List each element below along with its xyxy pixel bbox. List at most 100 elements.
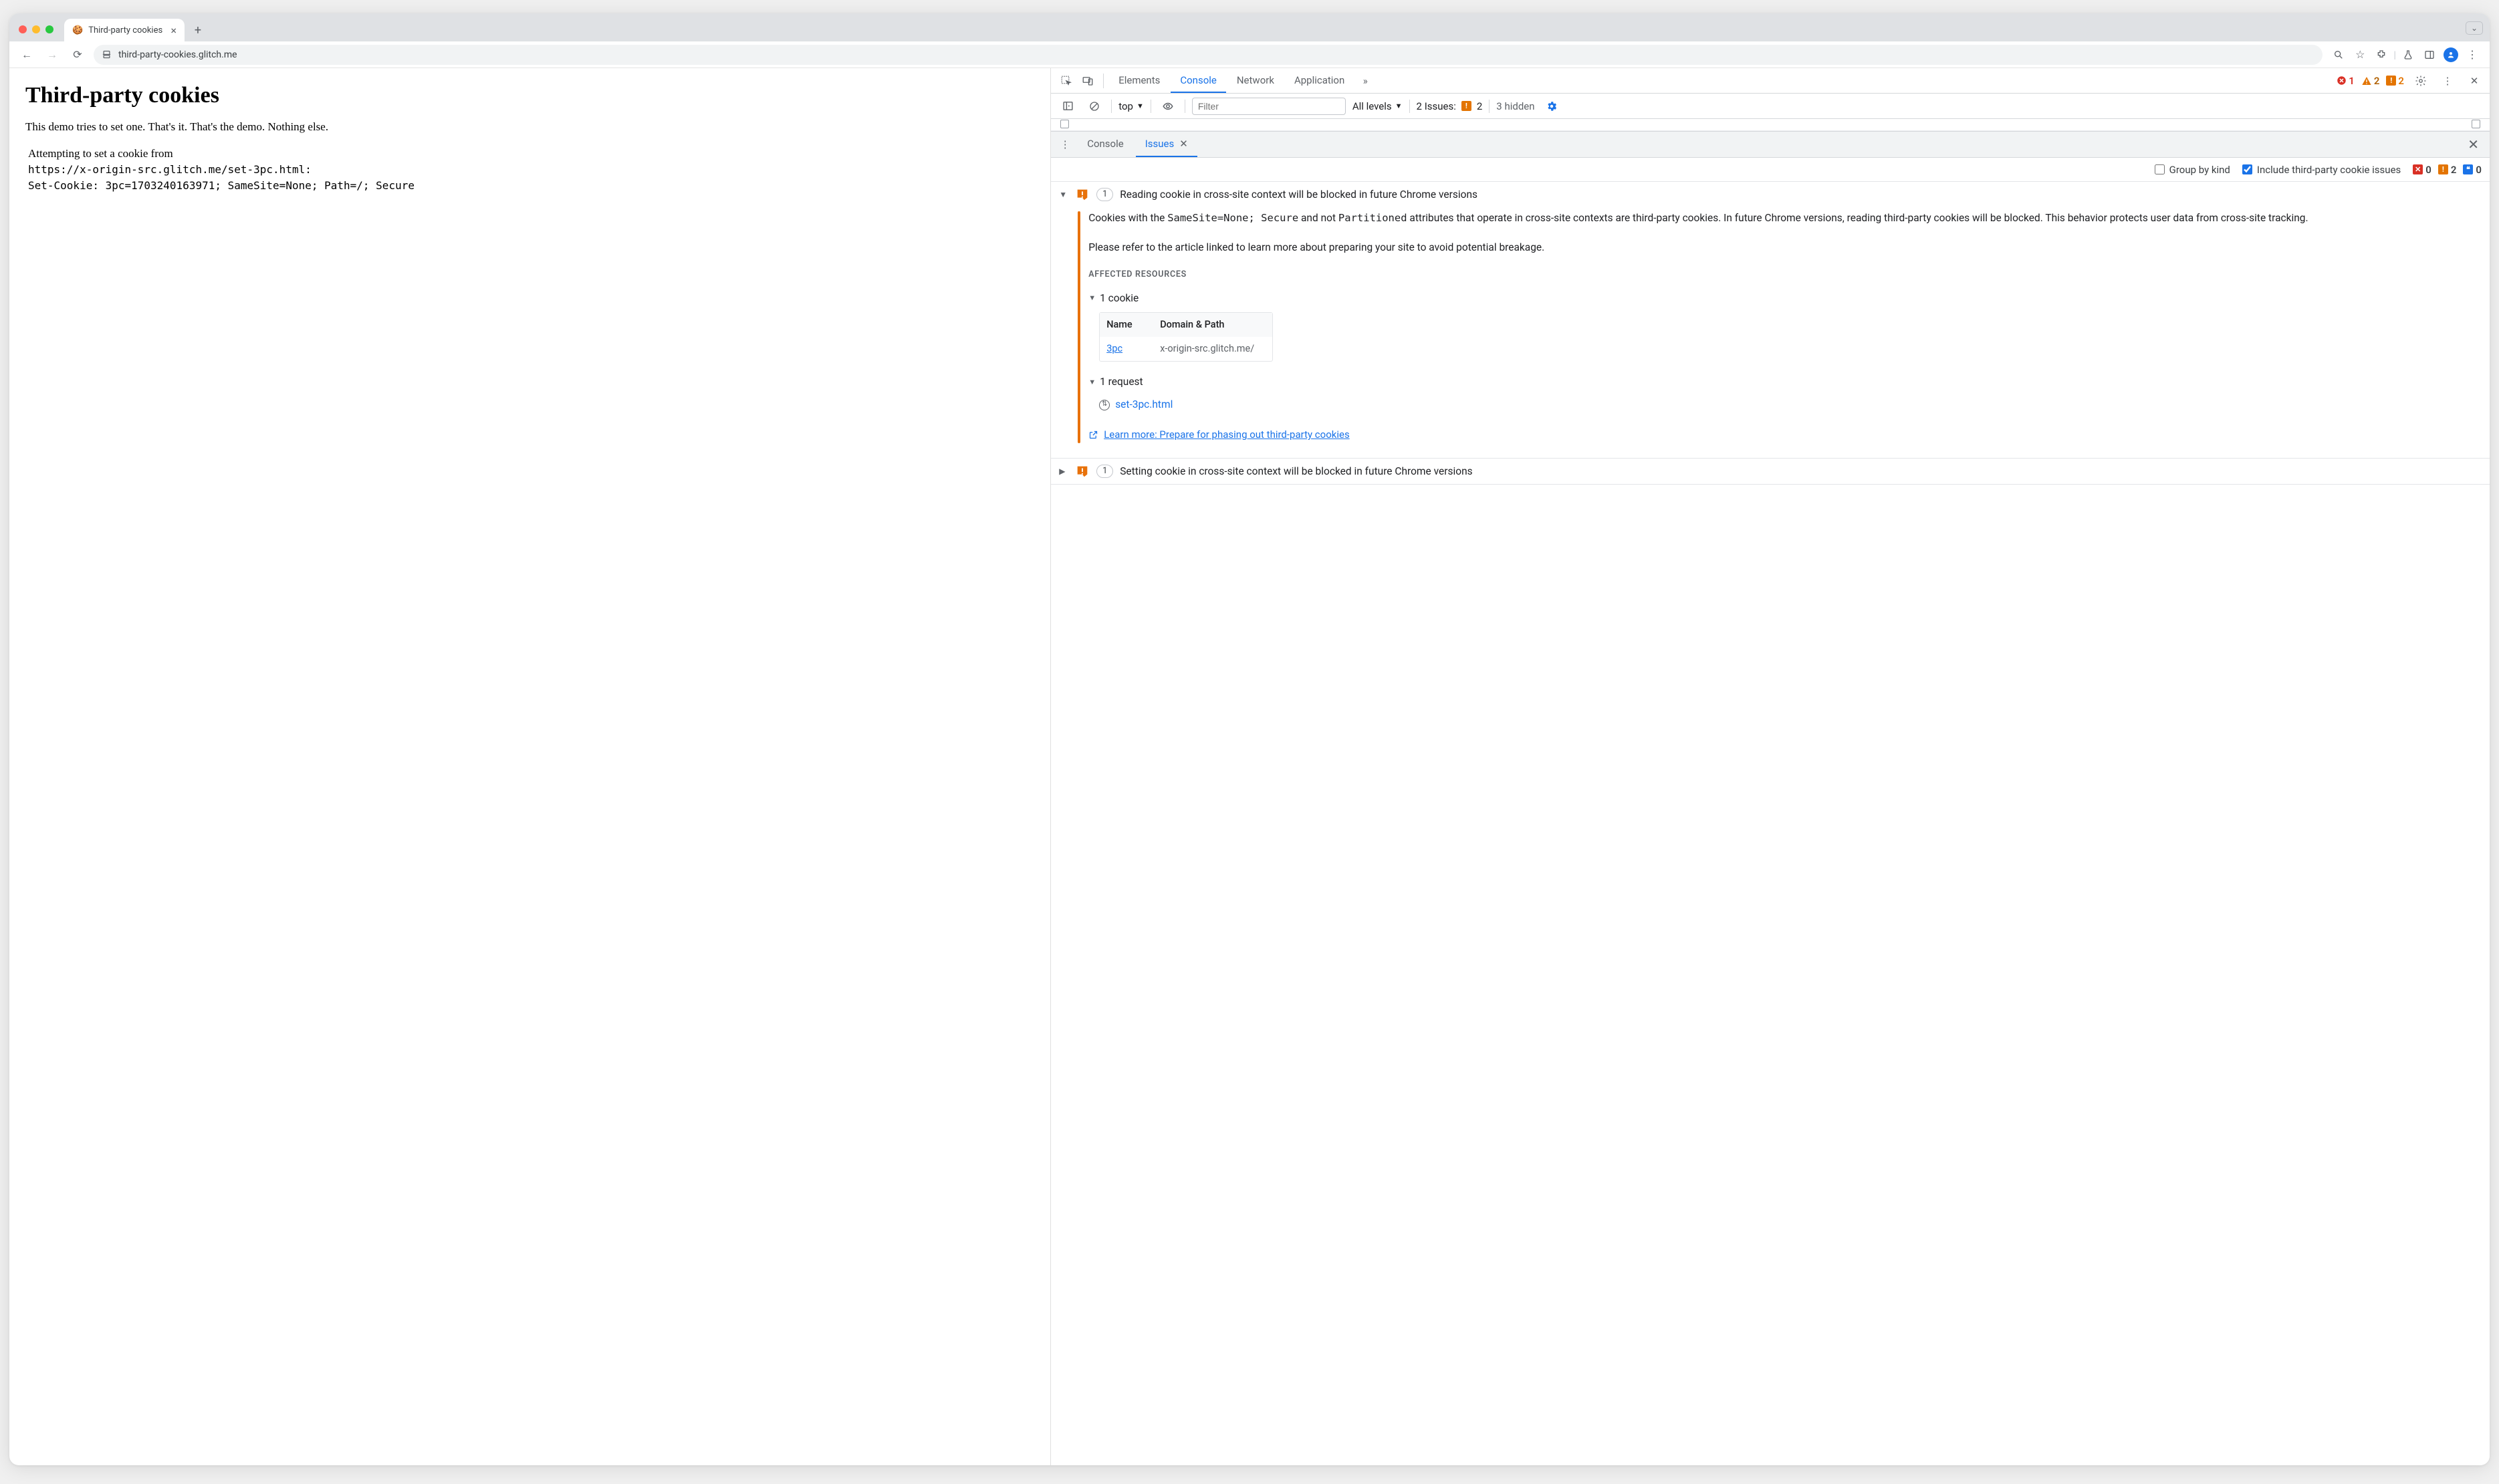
issue-count-badge: 1 [1096, 465, 1113, 478]
devtools-settings-icon[interactable] [2411, 71, 2431, 91]
page-viewport: Third-party cookies This demo tries to s… [9, 68, 1051, 1465]
affected-request-link[interactable]: ⇅ set-3pc.html [1099, 396, 2478, 414]
tab-title: Third-party cookies [88, 25, 162, 35]
issue-category-counts: ✕0 !2 ❝0 [2413, 164, 2482, 176]
disclosure-triangle-icon: ▶ [1059, 467, 1068, 476]
window-controls [19, 25, 53, 33]
console-sidebar-toggle-icon[interactable] [1058, 96, 1078, 116]
inspect-element-icon[interactable] [1056, 71, 1076, 91]
back-button[interactable]: ← [17, 45, 36, 64]
chrome-menu-button[interactable]: ⋮ [2463, 45, 2482, 64]
browser-toolbar: ← → ⟳ third-party-cookies.glitch.me ☆ | … [9, 41, 2490, 68]
console-settings-icon[interactable] [1542, 96, 1562, 116]
filter-input[interactable] [1192, 98, 1346, 115]
extensions-icon[interactable] [2372, 45, 2391, 64]
tab-network[interactable]: Network [1227, 68, 1284, 93]
cookie-name-link[interactable]: 3pc [1106, 343, 1122, 354]
issue-title: Setting cookie in cross-site context wil… [1120, 465, 1472, 477]
issue-count[interactable]: ! 2 [2386, 75, 2404, 87]
disclosure-triangle-icon: ▼ [1088, 292, 1096, 304]
breaking-change-issue-icon [1075, 464, 1090, 479]
clear-console-icon[interactable] [1084, 96, 1104, 116]
close-issues-tab-icon[interactable]: ✕ [1179, 138, 1188, 150]
error-count[interactable]: 1 [2337, 75, 2355, 87]
drawer-menu-icon[interactable]: ⋮ [1055, 134, 1075, 154]
close-tab-button[interactable]: × [170, 24, 176, 37]
network-request-icon: ⇅ [1099, 400, 1110, 410]
tab-elements[interactable]: Elements [1109, 68, 1169, 93]
tab-strip: 🍪 Third-party cookies × + ⌄ [9, 13, 2490, 41]
learn-more-link[interactable]: Learn more: Prepare for phasing out thir… [1088, 426, 2478, 443]
console-settings-row [1051, 119, 2490, 131]
close-window-button[interactable] [19, 25, 27, 33]
issue-header[interactable]: ▶ 1 Setting cookie in cross-site context… [1051, 459, 2490, 484]
improvement-icon: ❝ [2463, 164, 2473, 174]
cookie-domain: x-origin-src.glitch.me/ [1153, 337, 1272, 361]
bookmark-icon[interactable]: ☆ [2351, 45, 2369, 64]
browser-window: 🍪 Third-party cookies × + ⌄ ← → ⟳ third-… [9, 13, 2490, 1465]
disclosure-triangle-icon: ▼ [1088, 376, 1096, 388]
device-toolbar-icon[interactable] [1078, 71, 1098, 91]
zoom-icon[interactable] [2329, 45, 2348, 64]
forward-button[interactable]: → [43, 45, 62, 64]
site-info-icon[interactable] [102, 49, 112, 59]
affected-requests-toggle[interactable]: ▼ 1 request [1088, 374, 2478, 391]
set-cookie-header: Set-Cookie: 3pc=1703240163971; SameSite=… [28, 178, 1034, 194]
include-third-party-checkbox[interactable]: Include third-party cookie issues [2242, 164, 2401, 176]
profile-button[interactable] [2442, 45, 2460, 64]
devtools-panel: Elements Console Network Application » 1… [1051, 68, 2490, 1465]
issues-list: ▼ 1 Reading cookie in cross-site context… [1051, 182, 2490, 1465]
disclosure-triangle-icon: ▼ [1059, 190, 1068, 199]
page-error-icon: ✕ [2413, 164, 2423, 174]
more-tabs-icon[interactable]: » [1355, 71, 1375, 91]
console-toolbar: top ▼ All levels ▼ 2 Issues: ! 2 [1051, 94, 2490, 119]
issue-title: Reading cookie in cross-site context wil… [1120, 189, 1477, 201]
issues-toolbar: Group by kind Include third-party cookie… [1051, 158, 2490, 182]
browser-tab[interactable]: 🍪 Third-party cookies × [64, 19, 185, 41]
issue-description-2: Please refer to the article linked to le… [1088, 239, 2478, 257]
toolbar-actions: ☆ | ⋮ [2329, 45, 2482, 64]
devtools-close-icon[interactable]: ✕ [2464, 71, 2484, 91]
tab-application[interactable]: Application [1285, 68, 1354, 93]
address-bar[interactable]: third-party-cookies.glitch.me [94, 45, 2323, 65]
issue-description: Cookies with the SameSite=None; Secure a… [1088, 210, 2478, 227]
issue-item: ▼ 1 Reading cookie in cross-site context… [1051, 182, 2490, 459]
issue-badge-icon: ! [1461, 101, 1471, 111]
page-intro: This demo tries to set one. That's it. T… [25, 120, 1034, 134]
context-selector[interactable]: top ▼ [1118, 100, 1144, 112]
issue-count-badge: 1 [1096, 188, 1113, 201]
tab-overflow-button[interactable]: ⌄ [2466, 21, 2483, 35]
group-by-kind-checkbox[interactable]: Group by kind [2155, 164, 2230, 176]
issue-item: ▶ 1 Setting cookie in cross-site context… [1051, 459, 2490, 485]
tab-console[interactable]: Console [1171, 68, 1226, 93]
issue-header[interactable]: ▼ 1 Reading cookie in cross-site context… [1051, 182, 2490, 207]
live-expression-icon[interactable] [1158, 96, 1178, 116]
drawer-tab-issues[interactable]: Issues ✕ [1136, 132, 1197, 157]
content-area: Third-party cookies This demo tries to s… [9, 68, 2490, 1465]
external-link-icon [1088, 430, 1098, 440]
warning-count[interactable]: 2 [2361, 75, 2380, 87]
devtools-menu-icon[interactable]: ⋮ [2437, 71, 2458, 91]
url-text: third-party-cookies.glitch.me [118, 49, 237, 60]
devtools-tabs: Elements Console Network Application » 1… [1051, 68, 2490, 94]
page-heading: Third-party cookies [25, 83, 1034, 108]
minimize-window-button[interactable] [32, 25, 40, 33]
side-panel-icon[interactable] [2420, 45, 2439, 64]
new-tab-button[interactable]: + [189, 21, 207, 39]
hidden-count[interactable]: 3 hidden [1496, 100, 1534, 112]
drawer-close-icon[interactable]: ✕ [2461, 136, 2486, 152]
maximize-window-button[interactable] [45, 25, 53, 33]
log-levels-selector[interactable]: All levels ▼ [1352, 100, 1403, 112]
column-header-domain: Domain & Path [1153, 313, 1272, 337]
affected-resources-heading: AFFECTED RESOURCES [1088, 268, 2478, 282]
issue-accent-bar [1078, 211, 1080, 443]
attempt-label: Attempting to set a cookie from [28, 147, 1034, 160]
drawer-tabs: ⋮ Console Issues ✕ ✕ [1051, 131, 2490, 158]
issues-summary[interactable]: 2 Issues: ! 2 [1417, 100, 1483, 112]
drawer-tab-console[interactable]: Console [1078, 132, 1133, 157]
reload-button[interactable]: ⟳ [68, 45, 87, 64]
column-header-name: Name [1100, 313, 1153, 337]
issue-detail: Cookies with the SameSite=None; Secure a… [1051, 207, 2490, 458]
labs-icon[interactable] [2399, 45, 2417, 64]
affected-cookies-toggle[interactable]: ▼ 1 cookie [1088, 290, 2478, 307]
